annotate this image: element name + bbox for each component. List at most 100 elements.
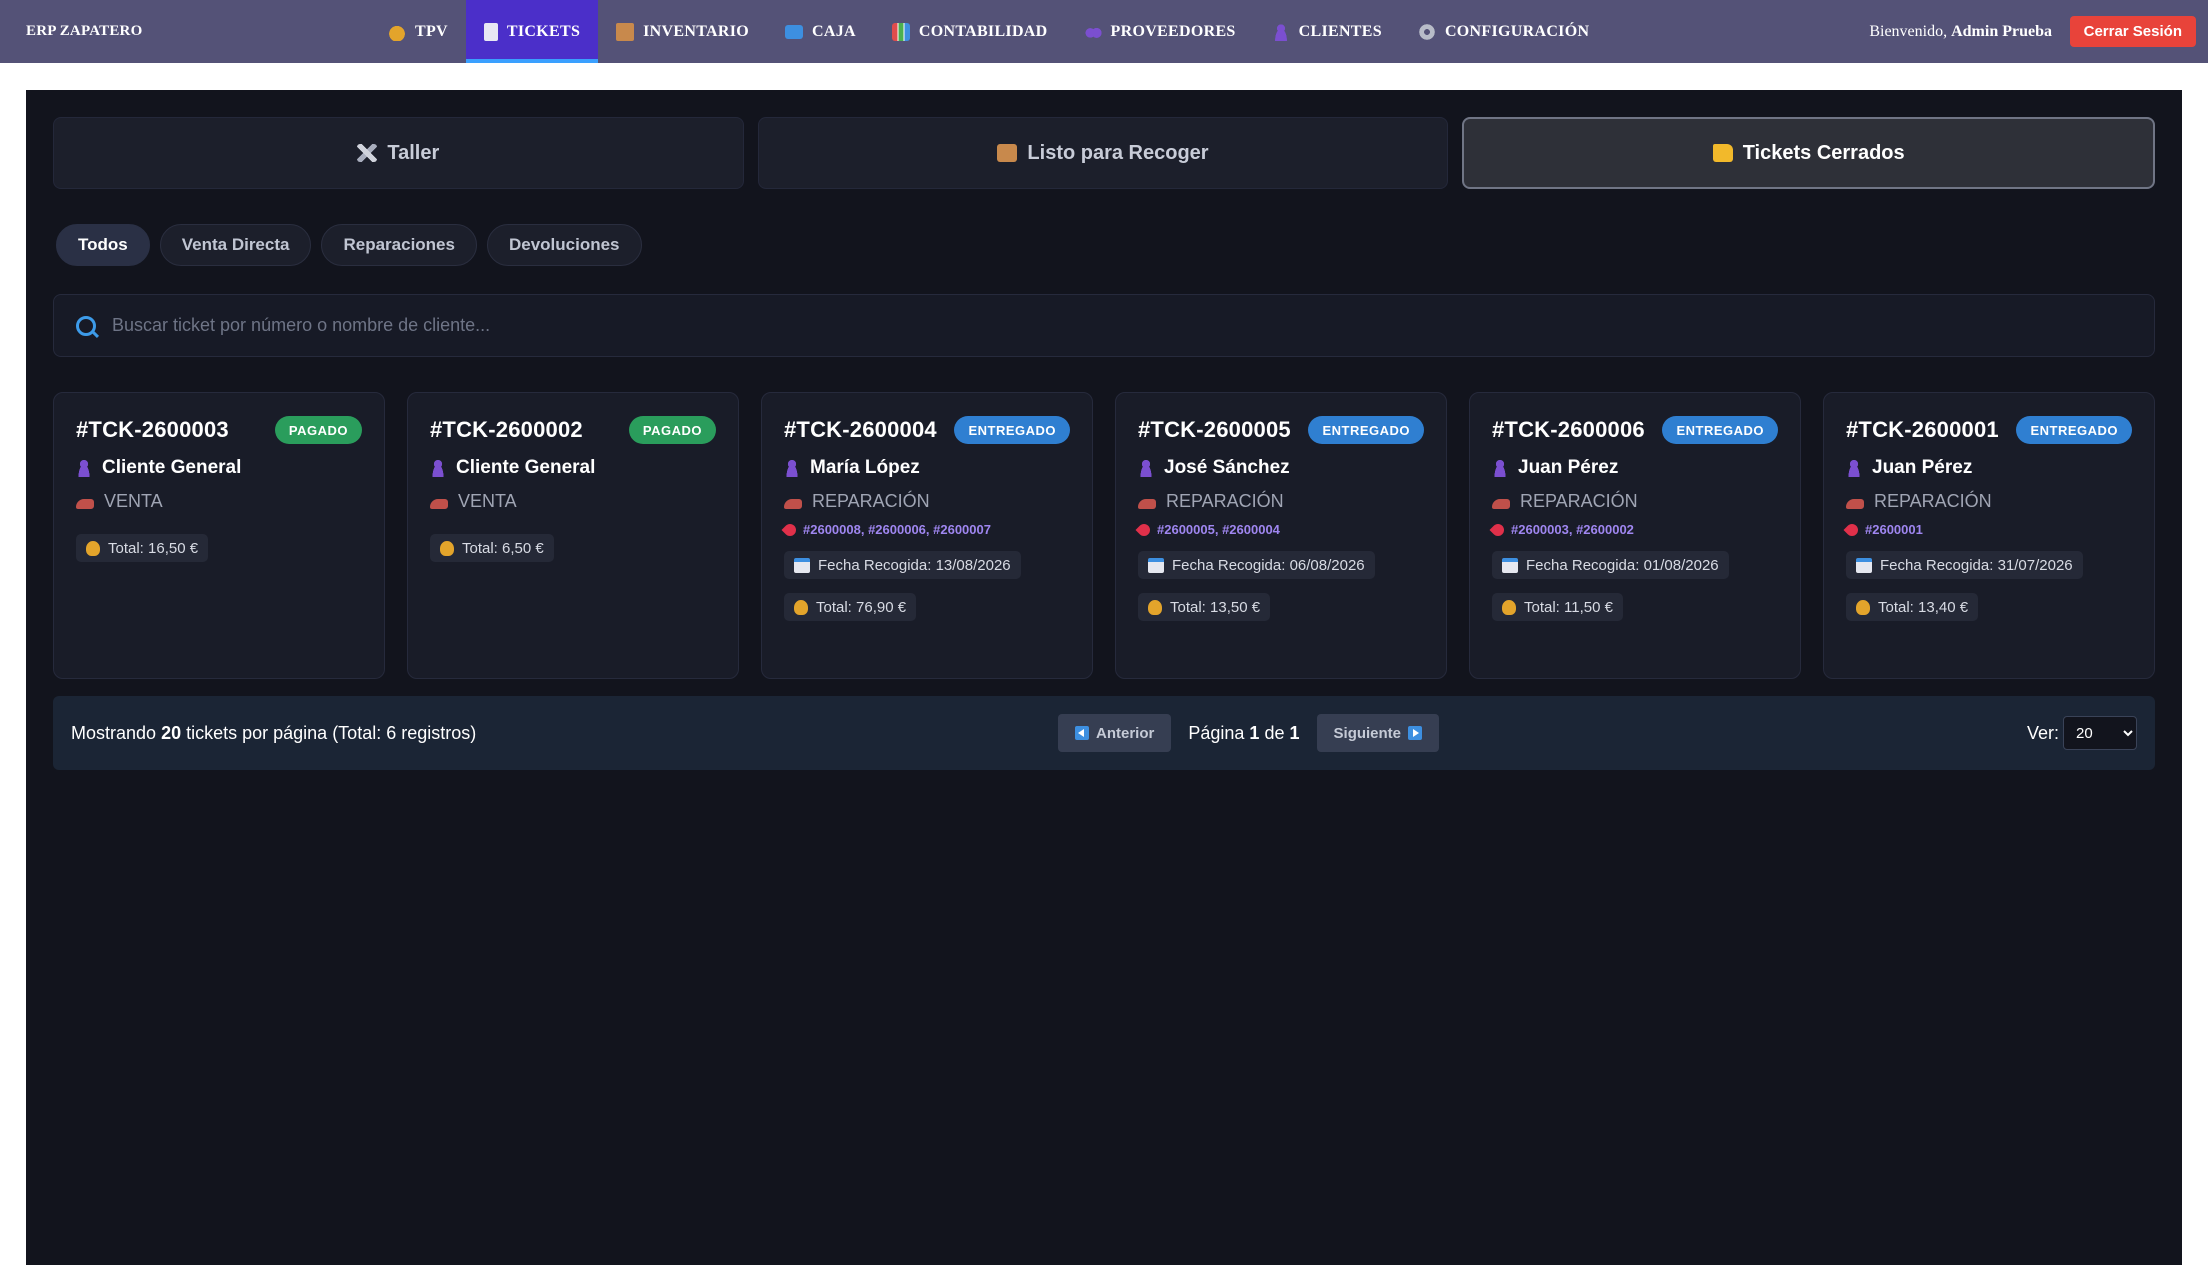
status-badge: PAGADO (274, 416, 362, 444)
next-page-button[interactable]: Siguiente (1316, 714, 1440, 752)
client-name: Cliente General (102, 457, 242, 478)
document-icon (483, 22, 498, 41)
nav-item-tickets[interactable]: TICKETS (465, 0, 599, 63)
ticket-type: REPARACIÓN (1166, 491, 1284, 511)
tools-icon (357, 144, 378, 162)
pickup-pill: Fecha Recogida: 01/08/2026 (1492, 551, 1729, 579)
ticket-refs: #2600005, #2600004 (1157, 522, 1280, 537)
ticket-total: Total: 16,50 € (108, 539, 199, 557)
ticket-type: VENTA (458, 491, 517, 511)
pin-icon (1843, 521, 1861, 538)
ticket-card[interactable]: #TCK-2600004 ENTREGADO María López REPAR… (761, 392, 1093, 679)
logout-button[interactable]: Cerrar Sesión (2069, 16, 2196, 47)
nav-item-clientes[interactable]: CLIENTES (1254, 0, 1400, 63)
nav-item-label: CONFIGURACIÓN (1444, 22, 1590, 40)
ticket-refs: #2600001 (1865, 522, 1923, 537)
money-bag-icon (1148, 599, 1162, 615)
ticket-card[interactable]: #TCK-2600003 PAGADO Cliente General VENT… (53, 392, 385, 679)
prev-label: Anterior (1096, 724, 1155, 742)
top-navigation: ERP ZAPATERO TPV TICKETS INVENTARIO CAJA… (0, 0, 2208, 63)
welcome-message: Bienvenido, Admin Prueba (1869, 0, 2052, 63)
ticket-type: REPARACIÓN (1520, 491, 1638, 511)
section-tabs: Taller Listo para Recoger Tickets Cerrad… (53, 117, 2156, 189)
nav-item-label: PROVEEDORES (1110, 22, 1236, 40)
total-pill: Total: 13,40 € (1846, 593, 1979, 621)
client-name: Juan Pérez (1872, 457, 1973, 478)
shoe-icon (430, 498, 448, 509)
nav-item-proveedores[interactable]: PROVEEDORES (1066, 0, 1254, 63)
arrow-left-icon (1075, 726, 1089, 740)
nav-item-label: CLIENTES (1298, 22, 1382, 40)
filter-todos[interactable]: Todos (56, 224, 150, 266)
nav-item-contabilidad[interactable]: CONTABILIDAD (874, 0, 1066, 63)
total-pill: Total: 76,90 € (784, 593, 917, 621)
page-indicator: Página 1 de 1 (1188, 723, 1299, 744)
main-panel: Taller Listo para Recoger Tickets Cerrad… (26, 90, 2182, 1265)
pickup-date: Fecha Recogida: 13/08/2026 (818, 556, 1011, 574)
ticket-card[interactable]: #TCK-2600002 PAGADO Cliente General VENT… (407, 392, 739, 679)
nav-item-label: TPV (415, 22, 448, 40)
ticket-card[interactable]: #TCK-2600001 ENTREGADO Juan Pérez REPARA… (1823, 392, 2155, 679)
pin-icon (1135, 521, 1153, 538)
brand-logo[interactable]: ERP ZAPATERO (26, 0, 142, 63)
tab-listo-para-recoger[interactable]: Listo para Recoger (757, 117, 1449, 189)
ticket-card[interactable]: #TCK-2600005 ENTREGADO José Sánchez REPA… (1115, 392, 1447, 679)
page-of: de (1264, 722, 1285, 743)
ticket-number: #TCK-2600003 (76, 417, 229, 442)
ticket-number: #TCK-2600001 (1846, 417, 1999, 442)
shoe-icon (76, 498, 94, 509)
nav-item-caja[interactable]: CAJA (767, 0, 874, 63)
calendar-icon (1502, 557, 1518, 573)
money-bag-icon (794, 599, 808, 615)
tab-taller[interactable]: Taller (53, 117, 744, 189)
nav-item-label: CONTABILIDAD (918, 22, 1048, 40)
pickup-date: Fecha Recogida: 01/08/2026 (1526, 556, 1719, 574)
tab-tickets-cerrados[interactable]: Tickets Cerrados (1462, 117, 2156, 189)
ticket-refs: #2600008, #2600006, #2600007 (803, 522, 991, 537)
shoe-icon (1138, 498, 1156, 509)
tab-label: Taller (387, 141, 440, 164)
nav-item-tpv[interactable]: TPV (370, 0, 466, 63)
total-pill: Total: 16,50 € (76, 534, 209, 562)
nav-item-configuracion[interactable]: CONFIGURACIÓN (1400, 0, 1607, 63)
nav-item-inventario[interactable]: INVENTARIO (598, 0, 767, 63)
pickup-date: Fecha Recogida: 31/07/2026 (1880, 556, 2073, 574)
pagination-bar: Mostrando 20 tickets por página (Total: … (53, 696, 2155, 770)
ticket-total: Total: 76,90 € (816, 598, 907, 616)
user-icon (76, 459, 92, 477)
ticket-number: #TCK-2600005 (1138, 417, 1291, 442)
ticket-number: #TCK-2600004 (784, 417, 937, 442)
filter-venta-directa[interactable]: Venta Directa (159, 224, 312, 266)
ticket-number: #TCK-2600002 (430, 417, 583, 442)
pickup-date: Fecha Recogida: 06/08/2026 (1172, 556, 1365, 574)
status-badge: ENTREGADO (2016, 416, 2132, 444)
status-badge: ENTREGADO (954, 416, 1070, 444)
ticket-card[interactable]: #TCK-2600006 ENTREGADO Juan Pérez REPARA… (1469, 392, 1801, 679)
ticket-total: Total: 13,50 € (1170, 598, 1261, 616)
page-size-select[interactable]: 20 (2063, 716, 2137, 750)
money-bag-icon (1502, 599, 1516, 615)
page-size-label: Ver: (2026, 722, 2059, 743)
ticket-total: Total: 6,50 € (462, 539, 544, 557)
nav-item-label: CAJA (811, 22, 856, 40)
filter-reparaciones[interactable]: Reparaciones (321, 224, 477, 266)
info-suffix: tickets por página (Total: 6 registros) (186, 722, 477, 743)
money-bag-icon (1856, 599, 1870, 615)
nav-menu: TPV TICKETS INVENTARIO CAJA CONTABILIDAD… (370, 0, 1607, 63)
current-page: 1 (1249, 722, 1260, 743)
ticket-refs: #2600003, #2600002 (1511, 522, 1634, 537)
pickup-pill: Fecha Recogida: 31/07/2026 (1846, 551, 2083, 579)
money-bag-icon (388, 22, 406, 41)
client-name: Juan Pérez (1518, 457, 1619, 478)
ticket-type: VENTA (104, 491, 163, 511)
search-input[interactable] (112, 315, 2154, 336)
prev-page-button[interactable]: Anterior (1058, 714, 1172, 752)
search-icon (76, 315, 96, 336)
filter-devoluciones[interactable]: Devoluciones (486, 224, 642, 266)
gear-icon (1417, 22, 1436, 41)
calendar-icon (1856, 557, 1872, 573)
per-page-count: 20 (161, 722, 182, 743)
ticket-total: Total: 13,40 € (1878, 598, 1969, 616)
client-name: Cliente General (456, 457, 596, 478)
total-pill: Total: 6,50 € (430, 534, 554, 562)
